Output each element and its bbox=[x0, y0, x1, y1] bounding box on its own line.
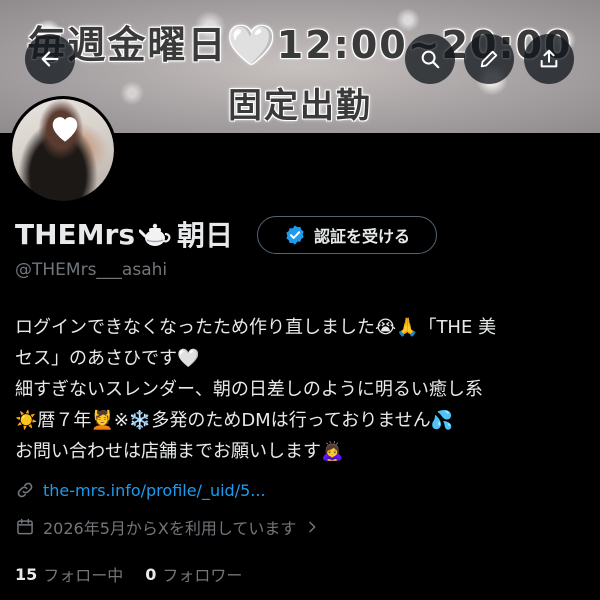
username-handle: @THEMrs___asahi bbox=[15, 260, 168, 280]
followers-link[interactable]: 0 フォロワー bbox=[145, 562, 242, 586]
bio-line: ログインできなくなったため作り直しました😭🙏「THE 美 bbox=[15, 317, 497, 338]
get-verified-label: 認証を受ける bbox=[313, 227, 410, 246]
share-icon bbox=[540, 49, 558, 68]
joined-date-row[interactable]: 2026年5月からXを利用しています bbox=[15, 515, 320, 539]
following-label: フォロー中 bbox=[43, 566, 124, 585]
profile-website: the-mrs.info/profile/_uid/5... bbox=[15, 480, 266, 500]
link-icon bbox=[17, 482, 33, 498]
following-link[interactable]: 15 フォロー中 bbox=[15, 562, 123, 586]
get-verified-button[interactable]: 認証を受ける bbox=[257, 216, 437, 254]
edit-button[interactable] bbox=[464, 34, 514, 84]
bio-line: 細すぎないスレンダー、朝の日差しのように明るい癒し系 bbox=[15, 379, 483, 400]
website-link[interactable]: the-mrs.info/profile/_uid/5... bbox=[43, 481, 266, 500]
calendar-icon bbox=[17, 518, 33, 535]
joined-date-text: 2026年5月からXを利用しています bbox=[43, 519, 297, 538]
verified-badge-icon bbox=[286, 225, 304, 245]
bio-line: ☀️暦７年💆※❄️多発のためDMは行っておりません💦 bbox=[15, 410, 454, 431]
avatar[interactable] bbox=[9, 96, 117, 204]
followers-label: フォロワー bbox=[162, 566, 243, 585]
search-icon bbox=[421, 50, 440, 69]
bio-line: セス」のあさひです🤍 bbox=[15, 348, 200, 369]
chevron-right-icon bbox=[309, 521, 316, 533]
share-button[interactable] bbox=[524, 34, 574, 84]
profile-bio: ログインできなくなったため作り直しました😭🙏「THE 美 セス」のあさひです🤍 … bbox=[15, 312, 595, 467]
display-name: THEMrs 朝日 bbox=[15, 214, 233, 254]
bio-line: お問い合わせは店舗までお願いします🙇‍♀️ bbox=[15, 441, 344, 462]
search-button[interactable] bbox=[405, 34, 455, 84]
teapot-icon bbox=[139, 223, 171, 246]
back-button[interactable] bbox=[25, 34, 75, 84]
pencil-icon bbox=[480, 50, 498, 68]
display-name-suffix: 朝日 bbox=[177, 219, 234, 252]
display-name-text: THEMrs bbox=[15, 217, 135, 251]
following-count: 15 bbox=[15, 564, 38, 584]
arrow-left-icon bbox=[41, 51, 59, 67]
heart-icon bbox=[52, 117, 78, 142]
follow-stats: 15 フォロー中 0 フォロワー bbox=[15, 562, 242, 586]
followers-count: 0 bbox=[145, 564, 157, 584]
